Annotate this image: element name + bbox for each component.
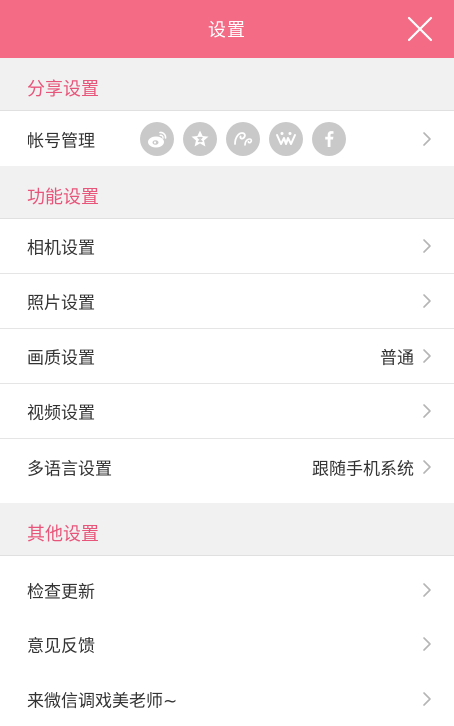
row-account-management[interactable]: 帐号管理 — [0, 111, 454, 166]
row-quality-settings[interactable]: 画质设置 普通 — [0, 329, 454, 384]
row-label: 多语言设置 — [27, 459, 112, 479]
chevron-right-icon — [422, 293, 432, 309]
row-check-update[interactable]: 检查更新 — [0, 563, 454, 618]
row-video-settings[interactable]: 视频设置 — [0, 384, 454, 439]
row-label: 视频设置 — [27, 403, 95, 424]
row-label: 帐号管理 — [27, 131, 95, 151]
chevron-right-icon — [422, 459, 432, 475]
facebook-icon[interactable] — [312, 121, 346, 156]
section-share-settings: 分享设置 — [0, 58, 454, 111]
chevron-right-icon — [422, 348, 432, 364]
section-title: 功能设置 — [27, 187, 99, 208]
row-language-settings[interactable]: 多语言设置 跟随手机系统 — [0, 439, 454, 494]
chevron-right-icon — [422, 131, 432, 147]
weibo-icon[interactable] — [140, 121, 174, 156]
row-value: 普通 — [380, 348, 414, 369]
wechat-moments-icon[interactable] — [226, 121, 260, 156]
row-label: 意见反馈 — [27, 636, 95, 657]
chevron-right-icon — [422, 636, 432, 652]
row-value: 跟随手机系统 — [312, 459, 414, 479]
favorite-star-icon[interactable] — [183, 121, 217, 156]
page-title: 设置 — [208, 20, 246, 41]
chevron-right-icon — [422, 691, 432, 707]
section-function-settings: 功能设置 — [0, 166, 454, 219]
header-bar: 设置 — [0, 0, 454, 58]
row-label: 照片设置 — [27, 293, 95, 314]
qzone-icon[interactable] — [269, 121, 303, 156]
section-title: 分享设置 — [27, 79, 99, 100]
close-button[interactable] — [404, 13, 436, 45]
chevron-right-icon — [422, 582, 432, 598]
row-feedback[interactable]: 意见反馈 — [0, 617, 454, 672]
row-label: 检查更新 — [27, 582, 95, 603]
chevron-right-icon — [422, 238, 432, 254]
row-camera-settings[interactable]: 相机设置 — [0, 219, 454, 274]
row-label: 来微信调戏美老师~ — [27, 691, 178, 711]
social-account-icons — [140, 121, 346, 156]
row-photo-settings[interactable]: 照片设置 — [0, 274, 454, 329]
row-wechat-contact[interactable]: 来微信调戏美老师~ — [0, 671, 454, 726]
row-label: 画质设置 — [27, 348, 95, 369]
chevron-right-icon — [422, 403, 432, 419]
row-label: 相机设置 — [27, 238, 95, 259]
section-title: 其他设置 — [27, 524, 99, 545]
section-other-settings: 其他设置 — [0, 503, 454, 556]
close-icon — [407, 16, 433, 42]
